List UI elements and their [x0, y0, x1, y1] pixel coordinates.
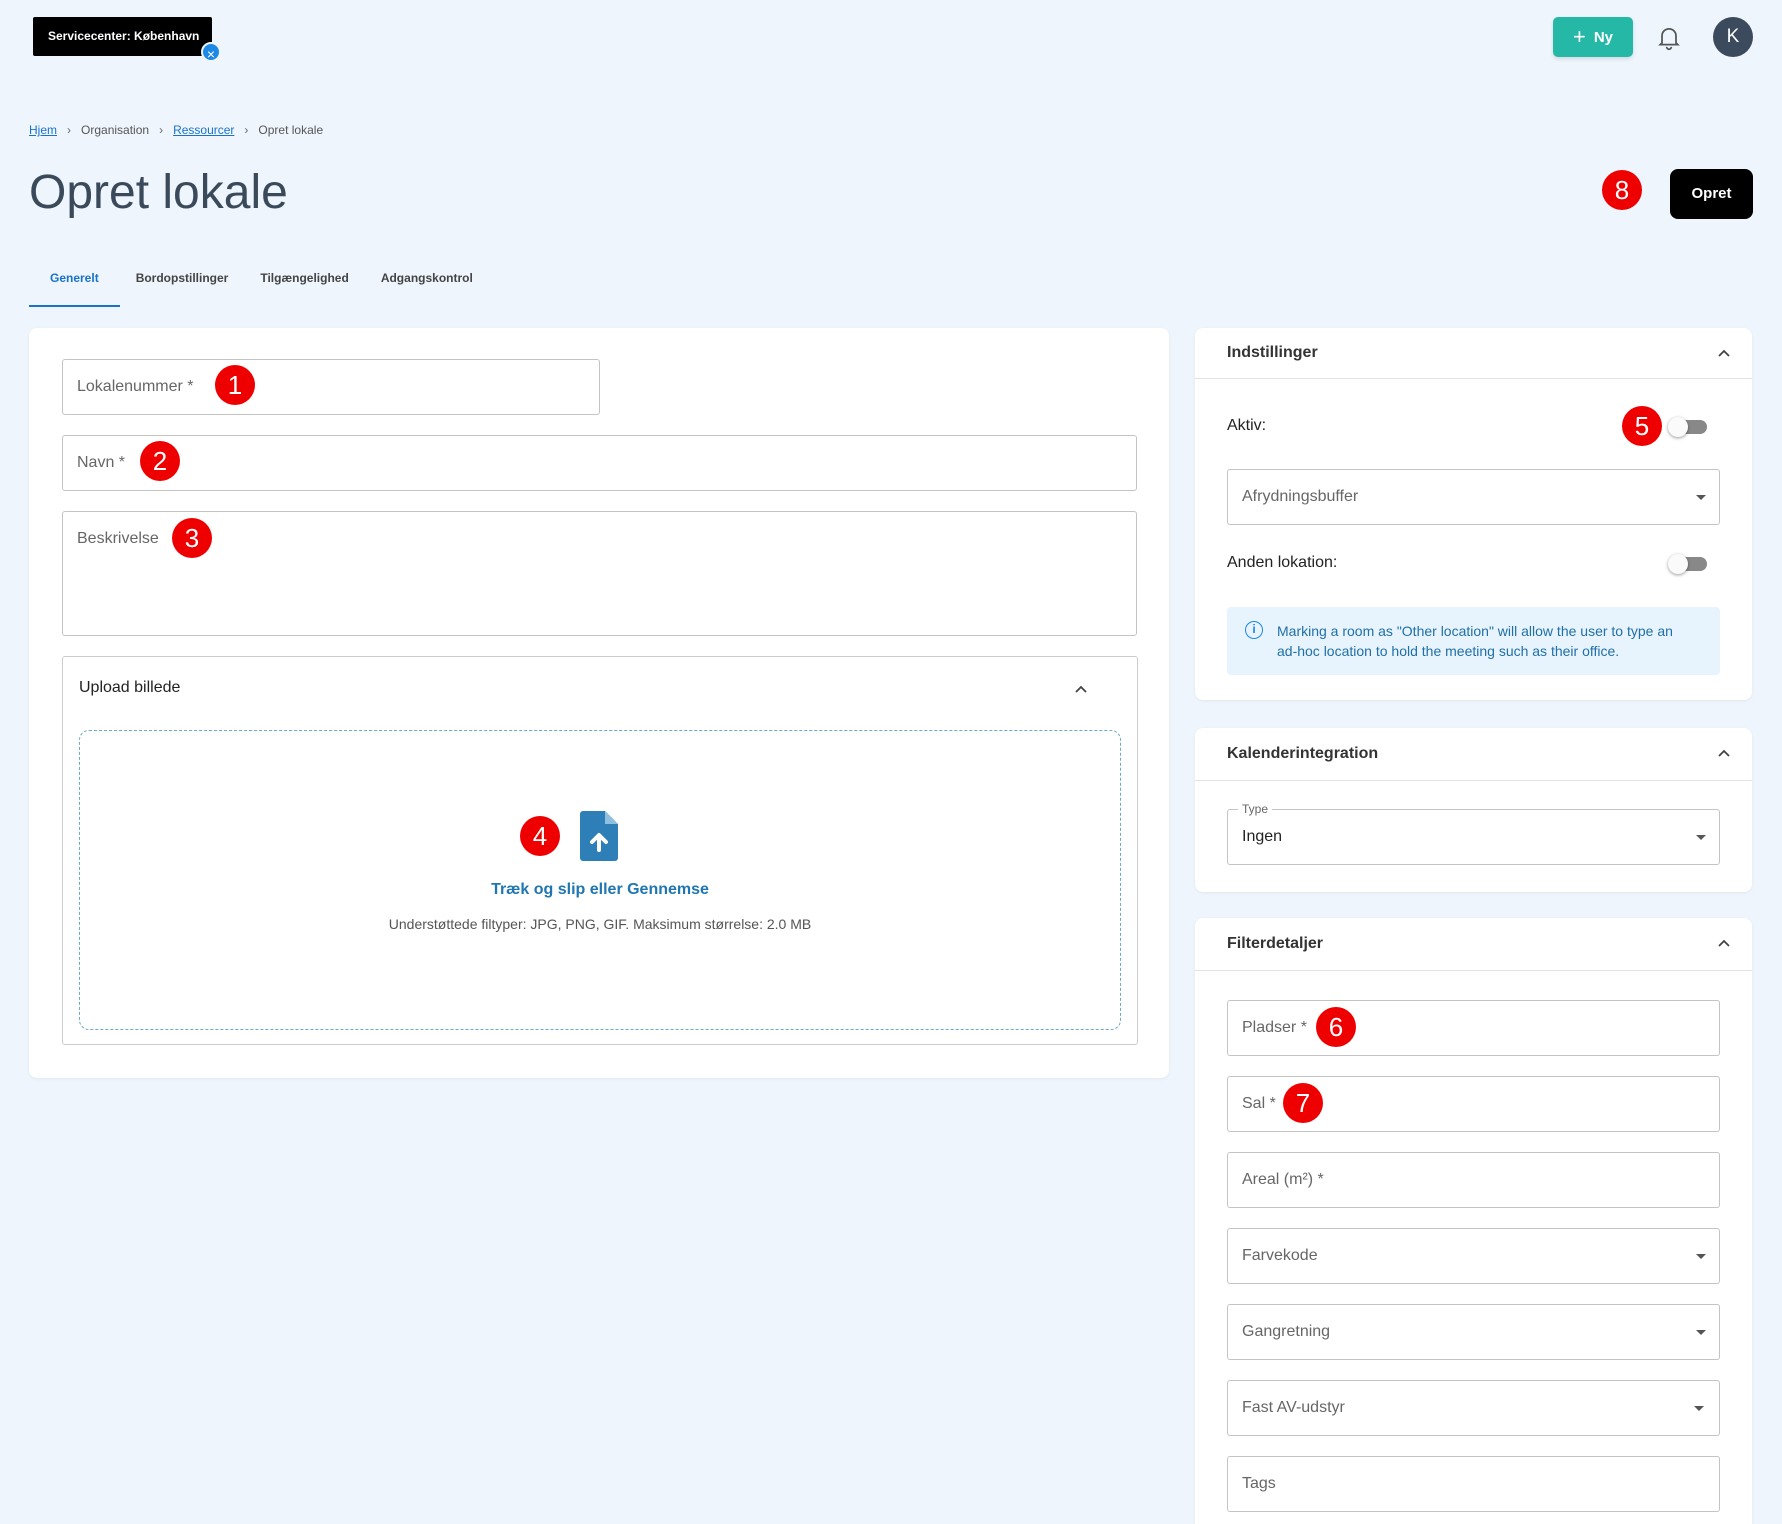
direction-select[interactable]: Gangretning [1227, 1304, 1720, 1360]
name-field[interactable]: Navn * [62, 435, 1137, 491]
divider [1195, 378, 1752, 379]
chevron-right-icon: › [244, 123, 249, 137]
tab-table-setups[interactable]: Bordopstillinger [136, 263, 229, 307]
toggle-knob [1668, 417, 1688, 437]
chevron-right-icon: › [67, 123, 72, 137]
description-placeholder: Beskrivelse [77, 530, 159, 547]
chevron-right-icon: › [159, 123, 164, 137]
breadcrumb: Hjem › Organisation › Ressourcer › Opret… [29, 123, 323, 137]
calendar-type-select[interactable]: Type Ingen [1227, 802, 1720, 865]
annotation-badge-1: 1 [215, 365, 255, 405]
calendar-integration-panel: Kalenderintegration Type Ingen [1195, 728, 1752, 892]
active-label: Aktiv: [1227, 417, 1267, 434]
new-button[interactable]: + Ny [1553, 17, 1633, 57]
upload-image-title: Upload billede [79, 679, 181, 696]
avatar[interactable]: K [1713, 17, 1753, 57]
toggle-knob [1668, 554, 1688, 574]
av-equipment-placeholder: Fast AV-udstyr [1242, 1399, 1345, 1416]
dropdown-arrow-icon [1696, 835, 1706, 840]
tab-bar: Generelt Bordopstillinger Tilgængelighed… [29, 263, 505, 307]
room-number-field[interactable]: Lokalenummer * [62, 359, 600, 415]
seats-placeholder: Pladser * [1242, 1019, 1307, 1036]
annotation-badge-3: 3 [172, 518, 212, 558]
dropdown-arrow-icon [1694, 1406, 1704, 1411]
tab-access-control[interactable]: Adgangskontrol [381, 263, 473, 307]
upload-image-panel: Upload billede 4 Træk og slip eller Genn… [62, 656, 1138, 1045]
area-field[interactable]: Areal (m²) * [1227, 1152, 1720, 1208]
breadcrumb-resources-link[interactable]: Ressourcer [173, 123, 234, 137]
other-location-toggle[interactable] [1668, 554, 1707, 574]
active-toggle[interactable] [1668, 417, 1707, 437]
divider [1195, 780, 1752, 781]
create-button[interactable]: Opret [1670, 169, 1753, 219]
tags-placeholder: Tags [1242, 1475, 1276, 1492]
filter-details-title: Filterdetaljer [1227, 935, 1324, 952]
service-center-label: Servicecenter: København [48, 29, 200, 43]
tab-general[interactable]: Generelt [29, 263, 120, 307]
annotation-badge-6: 6 [1316, 1007, 1356, 1047]
annotation-badge-4: 4 [520, 816, 560, 856]
cleanup-buffer-placeholder: Afrydningsbuffer [1242, 488, 1359, 505]
name-placeholder: Navn * [77, 454, 126, 471]
av-equipment-select[interactable]: Fast AV-udstyr [1227, 1380, 1720, 1436]
chevron-up-icon[interactable] [1717, 346, 1731, 360]
description-field[interactable]: Beskrivelse [62, 511, 1137, 636]
breadcrumb-organisation: Organisation [81, 123, 150, 137]
new-button-label: Ny [1593, 28, 1614, 46]
settings-title: Indstillinger [1227, 344, 1318, 361]
color-code-select[interactable]: Farvekode [1227, 1228, 1720, 1284]
service-center-chip[interactable]: Servicecenter: København [33, 17, 212, 56]
info-icon: i [1245, 621, 1263, 639]
hall-placeholder: Sal * [1242, 1095, 1276, 1112]
seats-field[interactable]: Pladser * [1227, 1000, 1720, 1056]
info-text: Marking a room as "Other location" will … [1277, 623, 1673, 659]
calendar-type-label: Type [1238, 802, 1273, 816]
filter-details-panel: Filterdetaljer Pladser * 6 Sal * 7 Areal… [1195, 918, 1752, 1524]
annotation-badge-5: 5 [1622, 406, 1662, 446]
drop-browse-link[interactable]: Træk og slip eller Gennemse [80, 881, 1120, 899]
bell-icon[interactable] [1655, 23, 1683, 51]
color-code-placeholder: Farvekode [1242, 1247, 1318, 1264]
annotation-badge-7: 7 [1283, 1083, 1323, 1123]
breadcrumb-home-link[interactable]: Hjem [29, 123, 57, 137]
breadcrumb-current: Opret lokale [258, 123, 324, 137]
annotation-badge-2: 2 [140, 441, 180, 481]
direction-placeholder: Gangretning [1242, 1323, 1331, 1340]
page-title: Opret lokale [29, 166, 288, 219]
dropdown-arrow-icon [1696, 1330, 1706, 1335]
image-dropzone[interactable]: 4 Træk og slip eller Gennemse Understøtt… [79, 730, 1121, 1030]
annotation-badge-8: 8 [1602, 170, 1642, 210]
divider [1195, 970, 1752, 971]
settings-panel: Indstillinger Aktiv: 5 Afrydningsbuffer … [1195, 328, 1752, 700]
calendar-integration-title: Kalenderintegration [1227, 745, 1379, 762]
info-alert: i Marking a room as "Other location" wil… [1227, 607, 1720, 675]
tab-availability[interactable]: Tilgængelighed [260, 263, 348, 307]
calendar-type-value: Ingen [1242, 828, 1283, 845]
chevron-up-icon[interactable] [1074, 682, 1088, 696]
plus-icon: + [1572, 24, 1586, 49]
close-icon[interactable]: × [201, 42, 221, 62]
area-placeholder: Areal (m²) * [1242, 1171, 1324, 1188]
room-number-placeholder: Lokalenummer * [77, 378, 194, 395]
other-location-label: Anden lokation: [1227, 554, 1338, 571]
file-upload-icon [580, 811, 618, 861]
chevron-up-icon[interactable] [1717, 746, 1731, 760]
supported-file-types: Understøttede filtyper: JPG, PNG, GIF. M… [388, 916, 812, 932]
dropdown-arrow-icon [1696, 495, 1706, 500]
tags-field[interactable]: Tags [1227, 1456, 1720, 1512]
chevron-up-icon[interactable] [1717, 936, 1731, 950]
dropdown-arrow-icon [1696, 1254, 1706, 1259]
cleanup-buffer-select[interactable]: Afrydningsbuffer [1227, 469, 1720, 525]
